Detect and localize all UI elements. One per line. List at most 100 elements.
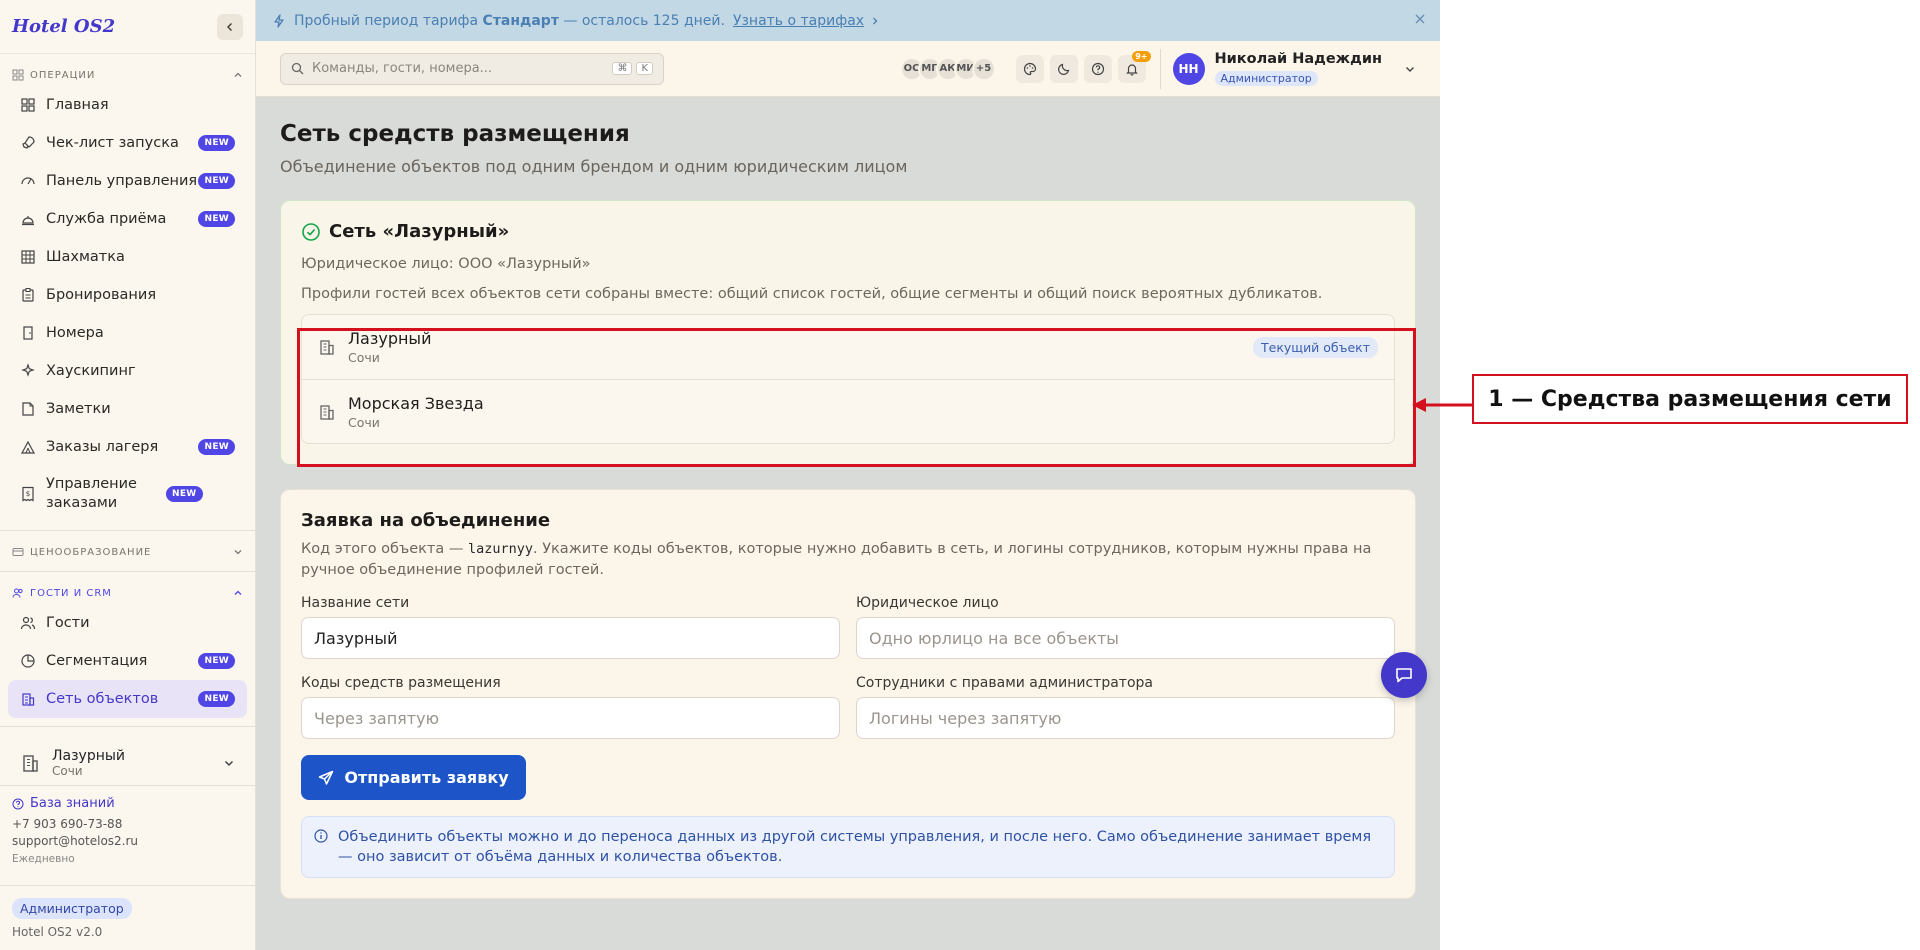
rocket-icon	[20, 135, 36, 151]
close-banner-button[interactable]	[1414, 10, 1426, 29]
notifications-button[interactable]: 9+	[1117, 50, 1151, 83]
chevron-right-icon	[873, 17, 878, 24]
field-codes: Коды средств размещения	[301, 675, 840, 739]
sidebar-item[interactable]: Гости	[8, 604, 247, 642]
new-badge: NEW	[198, 653, 235, 669]
network-title-text: Сеть «Лазурный»	[329, 221, 510, 242]
app-window: Hotel OS2 ОПЕРАЦИИ Главная Чек-лист запус…	[0, 0, 1440, 950]
support-email[interactable]: support@hotelos2.ru	[12, 834, 243, 848]
main-area: Пробный период тарифа Стандарт — осталос…	[256, 0, 1440, 950]
sidebar-item[interactable]: Хаускипинг	[8, 352, 247, 390]
help-button[interactable]	[1083, 54, 1112, 83]
grid-icon	[20, 97, 36, 113]
concierge-bell-icon	[20, 211, 36, 227]
help-circle-icon	[1091, 62, 1104, 75]
pricing-link[interactable]: Узнать о тарифах	[733, 13, 864, 29]
kbd-cmd: ⌘	[612, 62, 633, 75]
sidebar-item[interactable]: Чек-лист запуска NEW	[8, 124, 247, 162]
sidebar-item-label: Служба приёма	[46, 210, 167, 227]
sidebar-item[interactable]: Номера	[8, 314, 247, 352]
new-badge: NEW	[198, 211, 235, 227]
sidebar-collapse-button[interactable]	[217, 13, 243, 40]
dark-mode-button[interactable]	[1049, 54, 1078, 83]
chevron-up-icon	[234, 590, 242, 595]
object-code: lazurnyy	[467, 541, 533, 557]
network-description: Профили гостей всех объектов сети собран…	[301, 286, 1323, 302]
moon-icon	[1057, 63, 1069, 75]
new-badge: NEW	[198, 691, 235, 707]
tent-icon	[20, 439, 36, 455]
note-icon	[20, 401, 36, 417]
submit-request-button[interactable]: Отправить заявку	[301, 755, 526, 800]
sidebar-item-label: Сегментация	[46, 652, 148, 669]
object-codes-input[interactable]	[301, 697, 840, 739]
sidebar-item[interactable]: Заказы лагеря NEW	[8, 428, 247, 466]
lightning-icon	[274, 13, 284, 28]
trial-banner: Пробный период тарифа Стандарт — осталос…	[256, 0, 1440, 41]
sidebar-item[interactable]: Сеть объектов NEW	[8, 680, 247, 718]
sidebar-item[interactable]: Главная	[8, 86, 247, 124]
chevron-left-icon	[226, 22, 233, 31]
chevron-down-icon	[224, 760, 234, 767]
clipboard-icon	[20, 287, 36, 303]
info-text: Объединить объекты можно и до переноса д…	[338, 829, 1372, 865]
door-icon	[20, 325, 36, 341]
section-operations[interactable]: ОПЕРАЦИИ	[0, 64, 255, 86]
knowledge-base-label: База знаний	[30, 796, 115, 811]
sidebar-item[interactable]: Бронирования	[8, 276, 247, 314]
form-desc-before: Код этого объекта —	[301, 541, 464, 557]
banner-prefix: Пробный период тарифа	[294, 12, 479, 29]
command-search[interactable]: Команды, гости, номера... ⌘ K	[280, 52, 664, 85]
notification-count: 9+	[1132, 50, 1151, 62]
annotation-highlight	[297, 328, 1416, 467]
network-legal-entity: Юридическое лицо: ООО «Лазурный»	[301, 256, 591, 272]
object-selector[interactable]: Лазурный Сочи	[8, 735, 247, 791]
kbd-k: K	[636, 62, 653, 75]
user-name: Николай Надеждин	[1214, 51, 1383, 67]
sidebar-item-label: Бронирования	[46, 286, 157, 303]
sidebar-header: Hotel OS2	[0, 0, 255, 54]
legal-entity-input[interactable]	[856, 617, 1395, 659]
sidebar-item[interactable]: Заметки	[8, 390, 247, 428]
chevron-up-icon	[234, 72, 242, 77]
help-circle-icon	[12, 798, 24, 809]
new-badge: NEW	[166, 486, 203, 502]
sidebar-item[interactable]: Сегментация NEW	[8, 642, 247, 680]
section-guests-crm[interactable]: ГОСТИ И CRM	[0, 582, 255, 604]
info-icon	[314, 829, 328, 843]
avatar-more[interactable]: +5	[971, 56, 996, 81]
send-icon	[319, 770, 334, 785]
svg-text:$: $	[26, 490, 30, 498]
section-pricing[interactable]: ЦЕНООБРАЗОВАНИЕ	[0, 541, 255, 563]
theme-palette-button[interactable]	[1015, 54, 1044, 83]
sparkles-icon	[20, 363, 36, 379]
network-name-input[interactable]	[301, 617, 840, 659]
chat-button[interactable]	[1381, 652, 1427, 698]
chat-icon	[1396, 668, 1412, 683]
sidebar-item-label: Сеть объектов	[46, 690, 159, 707]
sidebar-item[interactable]: Служба приёма NEW	[8, 200, 247, 238]
user-menu[interactable]: НН Николай Надеждин Администратор	[1172, 51, 1417, 86]
sidebar-item-label: Заметки	[46, 400, 111, 417]
search-icon	[291, 62, 304, 75]
sidebar-item[interactable]: Шахматка	[8, 238, 247, 276]
support-phone[interactable]: +7 903 690-73-88	[12, 817, 243, 831]
field-admins: Сотрудники с правами администратора	[856, 675, 1395, 739]
table-icon	[20, 249, 36, 265]
new-badge: NEW	[198, 439, 235, 455]
users-icon	[20, 615, 36, 631]
divider	[0, 530, 255, 531]
sidebar-item[interactable]: $ Управление заказами NEW	[8, 466, 247, 522]
check-circle-icon	[302, 222, 320, 241]
knowledge-base-link[interactable]: База знаний	[12, 796, 243, 811]
divider	[0, 726, 255, 727]
banner-suffix: — осталось 125 дней.	[563, 12, 725, 29]
sidebar-item-label: Панель управления	[46, 172, 198, 189]
online-users[interactable]: ОС МГ АК МИ +5	[899, 56, 996, 81]
palette-icon	[1023, 62, 1036, 75]
sidebar-item[interactable]: Панель управления NEW	[8, 162, 247, 200]
page-subtitle: Объединение объектов под одним брендом и…	[280, 157, 908, 176]
admin-logins-input[interactable]	[856, 697, 1395, 739]
section-label: ЦЕНООБРАЗОВАНИЕ	[30, 546, 152, 558]
bell-icon	[1125, 63, 1138, 76]
